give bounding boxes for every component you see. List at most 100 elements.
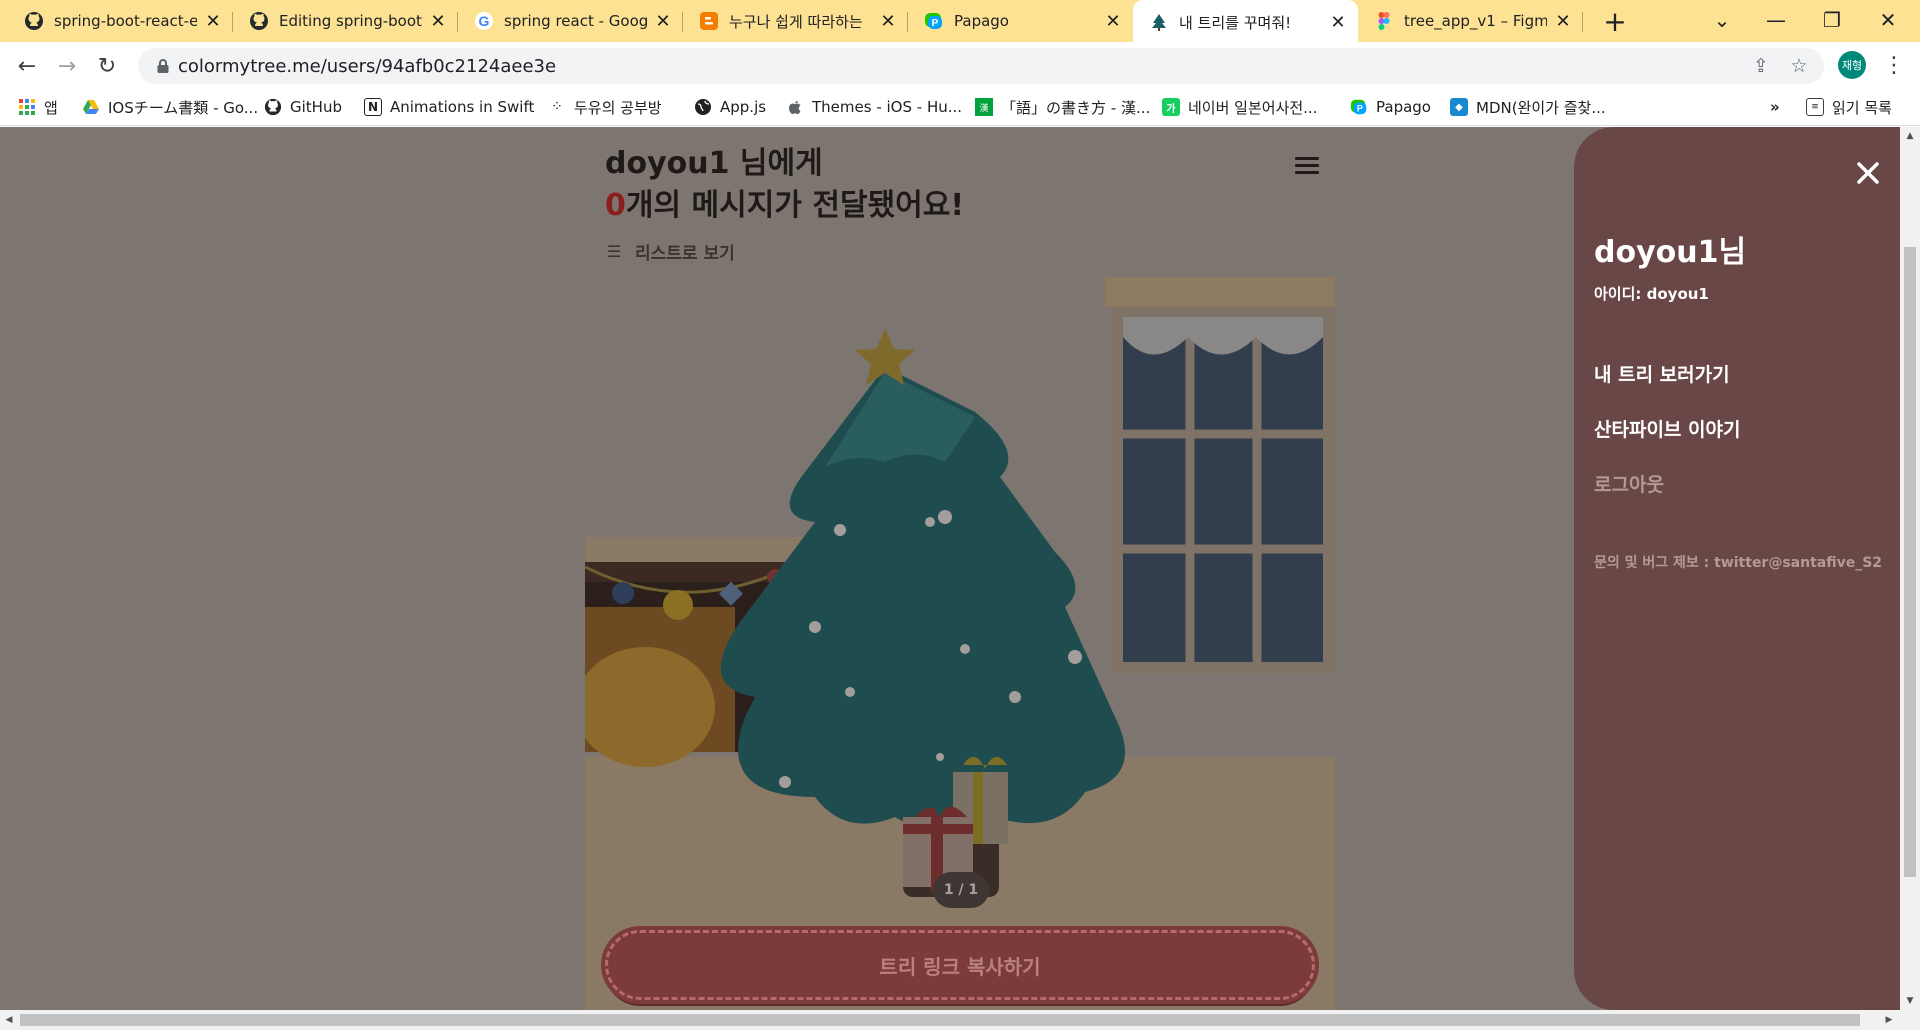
bookmark-naver-dict[interactable]: 가 네이버 일본어사전...: [1162, 96, 1317, 118]
bookmark-star-icon[interactable]: ☆: [1788, 55, 1810, 77]
reading-list-button[interactable]: ≡ 읽기 목록: [1806, 96, 1892, 118]
menu-my-tree[interactable]: 내 트리 보러가기: [1594, 360, 1730, 387]
bookmark-label: MDN(완이가 즐찾...: [1476, 98, 1606, 117]
google-icon: G: [474, 11, 494, 31]
drawer-user-id: 아이디: doyou1: [1594, 285, 1709, 303]
lock-icon[interactable]: [154, 57, 172, 75]
github-icon: [24, 11, 44, 31]
naver-dict-icon: 가: [1162, 98, 1180, 116]
tab-title: Editing spring-boot-r: [279, 12, 422, 30]
copy-tree-link-button[interactable]: 트리 링크 복사하기: [601, 926, 1319, 1004]
vertical-scroll-thumb[interactable]: [1904, 247, 1916, 877]
menu-santafive-story[interactable]: 산타파이브 이야기: [1594, 415, 1740, 442]
bookmark-kanji[interactable]: 漢 「語」の書き方 - 漢...: [975, 96, 1150, 118]
tab-title: 내 트리를 꾸며줘!: [1179, 13, 1292, 32]
heading-line-2-rest: 개의 메시지가 전달됐어요!: [625, 188, 965, 223]
tab-strip: spring-boot-react-ex ✕ Editing spring-bo…: [0, 0, 1920, 44]
bookmark-label: Papago: [1376, 98, 1431, 116]
figma-icon: [1374, 11, 1394, 31]
horizontal-scroll-thumb[interactable]: [20, 1014, 1860, 1026]
close-tab-icon[interactable]: ✕: [1328, 12, 1348, 33]
forward-arrow-icon[interactable]: →: [50, 49, 84, 83]
tab-5[interactable]: P Papago ✕: [908, 0, 1133, 42]
bookmark-label: 두유의 공부방: [574, 98, 662, 117]
dots-icon: ⁘: [551, 99, 563, 115]
page-overlay[interactable]: doyou1 님에게 0개의 메시지가 전달됐어요! ☰ 리스트로 보기 1 /…: [0, 127, 1900, 1010]
list-icon: ☰: [607, 242, 622, 261]
scroll-right-arrow-icon[interactable]: ▶: [1880, 1010, 1898, 1030]
google-drive-icon: [82, 98, 100, 116]
new-tab-button[interactable]: +: [1598, 4, 1632, 38]
tree-icon: [1149, 12, 1169, 32]
reading-list-icon: ≡: [1806, 98, 1824, 116]
page-indicator: 1 / 1: [933, 872, 989, 908]
bookmark-themes-ios[interactable]: Themes - iOS - Hu...: [786, 96, 962, 118]
bookmark-label: App.js: [720, 98, 767, 116]
tab-title: Papago: [954, 12, 1009, 30]
close-tab-icon[interactable]: ✕: [653, 11, 673, 32]
bookmark-label: GitHub: [290, 98, 342, 116]
tab-search-chevron-icon[interactable]: ⌄: [1694, 0, 1750, 40]
drawer-username: doyou1님: [1594, 235, 1747, 270]
tab-1[interactable]: spring-boot-react-ex ✕: [8, 0, 233, 42]
heading-line-1: doyou1 님에게: [605, 146, 823, 181]
list-view-button[interactable]: ☰ 리스트로 보기: [607, 239, 735, 264]
menu-logout[interactable]: 로그아웃: [1594, 470, 1664, 497]
horizontal-scrollbar[interactable]: ◀ ▶: [0, 1010, 1920, 1030]
address-bar[interactable]: colormytree.me/users/94afb0c2124aee3e ⇪ …: [138, 48, 1824, 84]
close-window-button[interactable]: ✕: [1860, 0, 1916, 40]
svg-text:P: P: [1357, 104, 1363, 114]
window-illustration: [1105, 277, 1335, 674]
close-tab-icon[interactable]: ✕: [1553, 11, 1573, 32]
profile-avatar[interactable]: 재형: [1838, 51, 1866, 79]
bookmark-papago[interactable]: P Papago: [1350, 96, 1431, 118]
minimize-window-button[interactable]: —: [1748, 0, 1804, 40]
mdn-icon: ◆: [1450, 98, 1468, 116]
bookmarks-overflow-button[interactable]: »: [1770, 96, 1780, 118]
tab-4[interactable]: 누구나 쉽게 따라하는 ✕: [683, 0, 908, 42]
close-tab-icon[interactable]: ✕: [1103, 11, 1123, 32]
tab-2[interactable]: Editing spring-boot-r ✕: [233, 0, 458, 42]
github-icon: [264, 98, 282, 116]
restore-window-button[interactable]: ❐: [1804, 0, 1860, 40]
bookmark-mdn[interactable]: ◆ MDN(완이가 즐찾...: [1450, 96, 1606, 118]
back-arrow-icon[interactable]: ←: [10, 49, 44, 83]
tab-7[interactable]: tree_app_v1 – Figma ✕: [1358, 0, 1583, 42]
bookmark-animations-swift[interactable]: N Animations in Swift: [364, 96, 534, 118]
tab-title: 누구나 쉽게 따라하는: [729, 12, 863, 31]
bookmark-ios-docs[interactable]: IOSチーム書類 - Go...: [82, 96, 258, 118]
reload-icon[interactable]: ↻: [90, 49, 124, 83]
github-icon: [249, 11, 269, 31]
url-text[interactable]: colormytree.me/users/94afb0c2124aee3e: [178, 56, 556, 77]
svg-text:P: P: [932, 18, 939, 29]
apps-grid-icon: [18, 98, 36, 116]
share-icon[interactable]: ⇪: [1750, 55, 1772, 77]
close-tab-icon[interactable]: ✕: [203, 11, 223, 32]
close-tab-icon[interactable]: ✕: [428, 11, 448, 32]
tab-6-active[interactable]: 내 트리를 꾸며줘! ✕: [1133, 0, 1358, 44]
close-drawer-icon[interactable]: [1854, 159, 1882, 187]
tab-3[interactable]: G spring react - Google ✕: [458, 0, 683, 42]
bookmark-appjs[interactable]: App.js: [694, 96, 766, 118]
bookmark-label: Animations in Swift: [390, 98, 535, 116]
svg-text:G: G: [479, 13, 490, 29]
bookmark-github[interactable]: GitHub: [264, 96, 342, 118]
scroll-up-arrow-icon[interactable]: ▲: [1900, 127, 1920, 145]
scroll-down-arrow-icon[interactable]: ▼: [1900, 992, 1920, 1010]
tab-divider: [1582, 12, 1583, 32]
bookmark-study-room[interactable]: ⁘ 두유의 공부방: [548, 96, 662, 118]
bookmark-label: IOSチーム書類 - Go...: [108, 98, 259, 117]
drawer-contact-footer: 문의 및 버그 제보 : twitter@santafive_S2: [1594, 555, 1883, 571]
bookmark-apps[interactable]: 앱: [18, 96, 58, 118]
tab-title: tree_app_v1 – Figma: [1404, 12, 1547, 30]
papago-icon: P: [1350, 98, 1368, 116]
vertical-scrollbar[interactable]: ▲ ▼: [1900, 127, 1920, 1010]
tree-page: doyou1 님에게 0개의 메시지가 전달됐어요! ☰ 리스트로 보기 1 /…: [585, 127, 1335, 1010]
browser-toolbar: ← → ↻ colormytree.me/users/94afb0c2124ae…: [0, 42, 1920, 88]
heading-line-2: 0개의 메시지가 전달됐어요!: [605, 185, 964, 227]
scroll-left-arrow-icon[interactable]: ◀: [0, 1010, 18, 1030]
papago-icon: P: [924, 11, 944, 31]
browser-menu-icon[interactable]: ⋮: [1880, 51, 1908, 79]
hamburger-menu-icon[interactable]: [1295, 157, 1319, 177]
close-tab-icon[interactable]: ✕: [878, 11, 898, 32]
